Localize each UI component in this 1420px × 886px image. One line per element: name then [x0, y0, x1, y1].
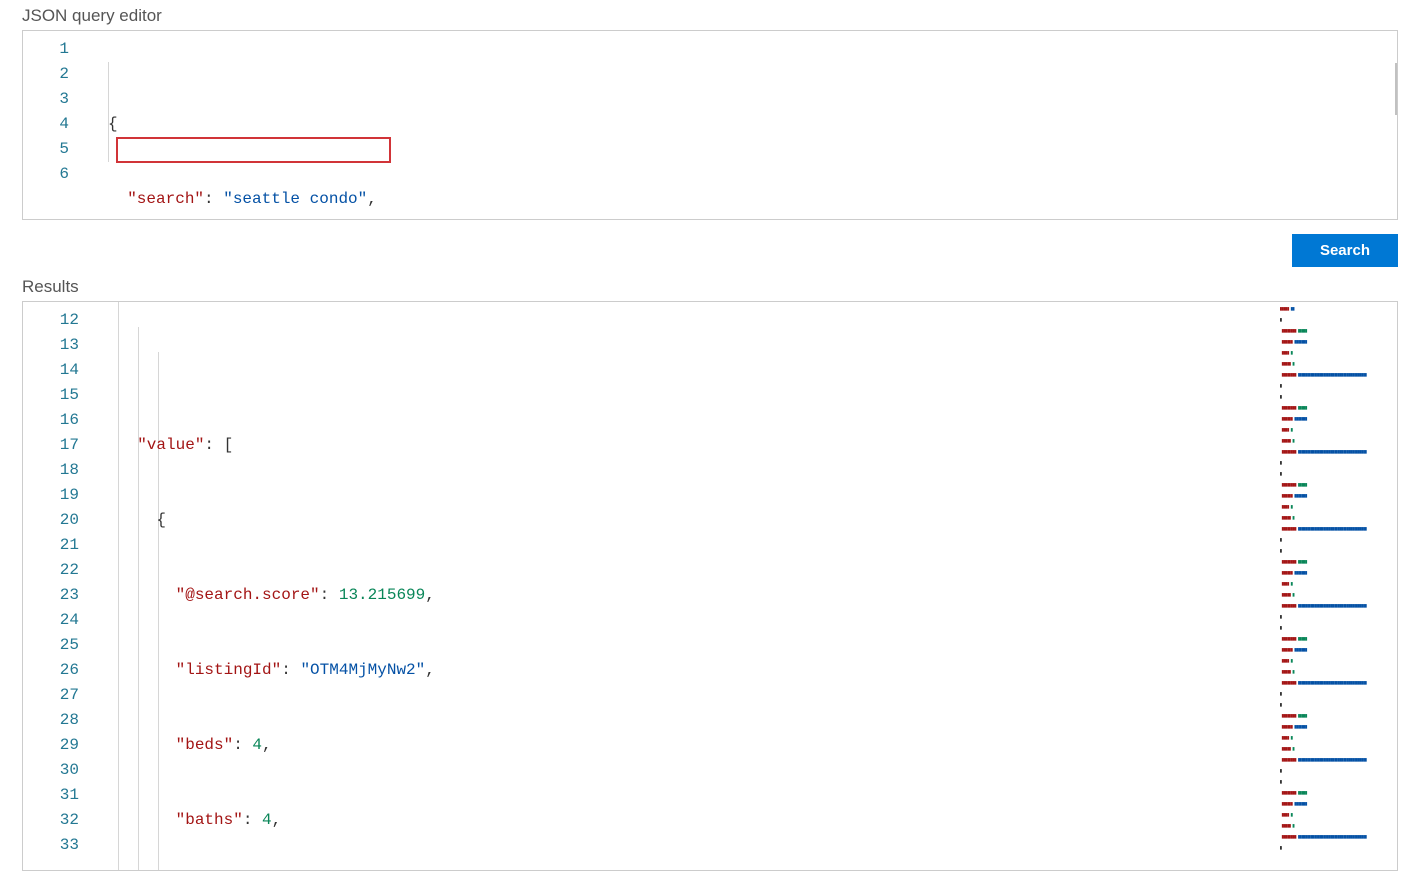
- line-number: 19: [23, 483, 79, 508]
- code-line: "listingId": "OTM4MjMyNw2",: [93, 658, 1279, 683]
- json-query-editor[interactable]: 1 2 3 4 5 6 { "search": "seattle condo",…: [22, 30, 1398, 220]
- button-row: Search: [22, 234, 1398, 267]
- code-line: "value": [: [93, 433, 1279, 458]
- line-number: 29: [23, 733, 79, 758]
- results-code-area[interactable]: "value": [ { "@search.score": 13.215699,…: [93, 302, 1279, 870]
- line-number: 6: [23, 162, 69, 187]
- line-number: 26: [23, 658, 79, 683]
- search-button[interactable]: Search: [1292, 234, 1398, 267]
- query-code-area[interactable]: { "search": "seattle condo", "count": tr…: [83, 31, 1397, 219]
- line-number: 2: [23, 62, 69, 87]
- code-line: {: [93, 508, 1279, 533]
- code-line: "baths": 4,: [93, 808, 1279, 833]
- query-editor-label: JSON query editor: [22, 6, 1398, 26]
- results-minimap[interactable]: █████ ██ █ ████████ █████ ██████ ███████…: [1279, 302, 1397, 870]
- line-number: 30: [23, 758, 79, 783]
- line-number: 27: [23, 683, 79, 708]
- line-number: 13: [23, 333, 79, 358]
- results-viewer[interactable]: 12 13 14 15 16 17 18 19 20 21 22 23 24 2…: [22, 301, 1398, 871]
- line-number: 31: [23, 783, 79, 808]
- line-number: 24: [23, 608, 79, 633]
- line-number: 12: [23, 308, 79, 333]
- line-number: 20: [23, 508, 79, 533]
- line-number: 25: [23, 633, 79, 658]
- line-number: 14: [23, 358, 79, 383]
- line-number: 5: [23, 137, 69, 162]
- line-number: 22: [23, 558, 79, 583]
- results-label: Results: [22, 277, 1398, 297]
- line-number: 4: [23, 112, 69, 137]
- code-line: "beds": 4,: [93, 733, 1279, 758]
- results-gutter: 12 13 14 15 16 17 18 19 20 21 22 23 24 2…: [23, 302, 93, 870]
- line-number: 21: [23, 533, 79, 558]
- line-number: 23: [23, 583, 79, 608]
- filter-highlight-box: [116, 137, 391, 163]
- line-number: 18: [23, 458, 79, 483]
- line-number: 17: [23, 433, 79, 458]
- indent-guide: [158, 352, 159, 870]
- line-number: 1: [23, 37, 69, 62]
- line-number: 16: [23, 408, 79, 433]
- line-number: 15: [23, 383, 79, 408]
- line-number: 28: [23, 708, 79, 733]
- code-line: {: [83, 112, 1397, 137]
- line-number: 32: [23, 808, 79, 833]
- code-line: "@search.score": 13.215699,: [93, 583, 1279, 608]
- query-gutter: 1 2 3 4 5 6: [23, 31, 83, 219]
- line-number: 33: [23, 833, 79, 858]
- overview-ruler-marker: [1395, 63, 1398, 115]
- line-number: 3: [23, 87, 69, 112]
- code-line: "search": "seattle condo",: [83, 187, 1397, 212]
